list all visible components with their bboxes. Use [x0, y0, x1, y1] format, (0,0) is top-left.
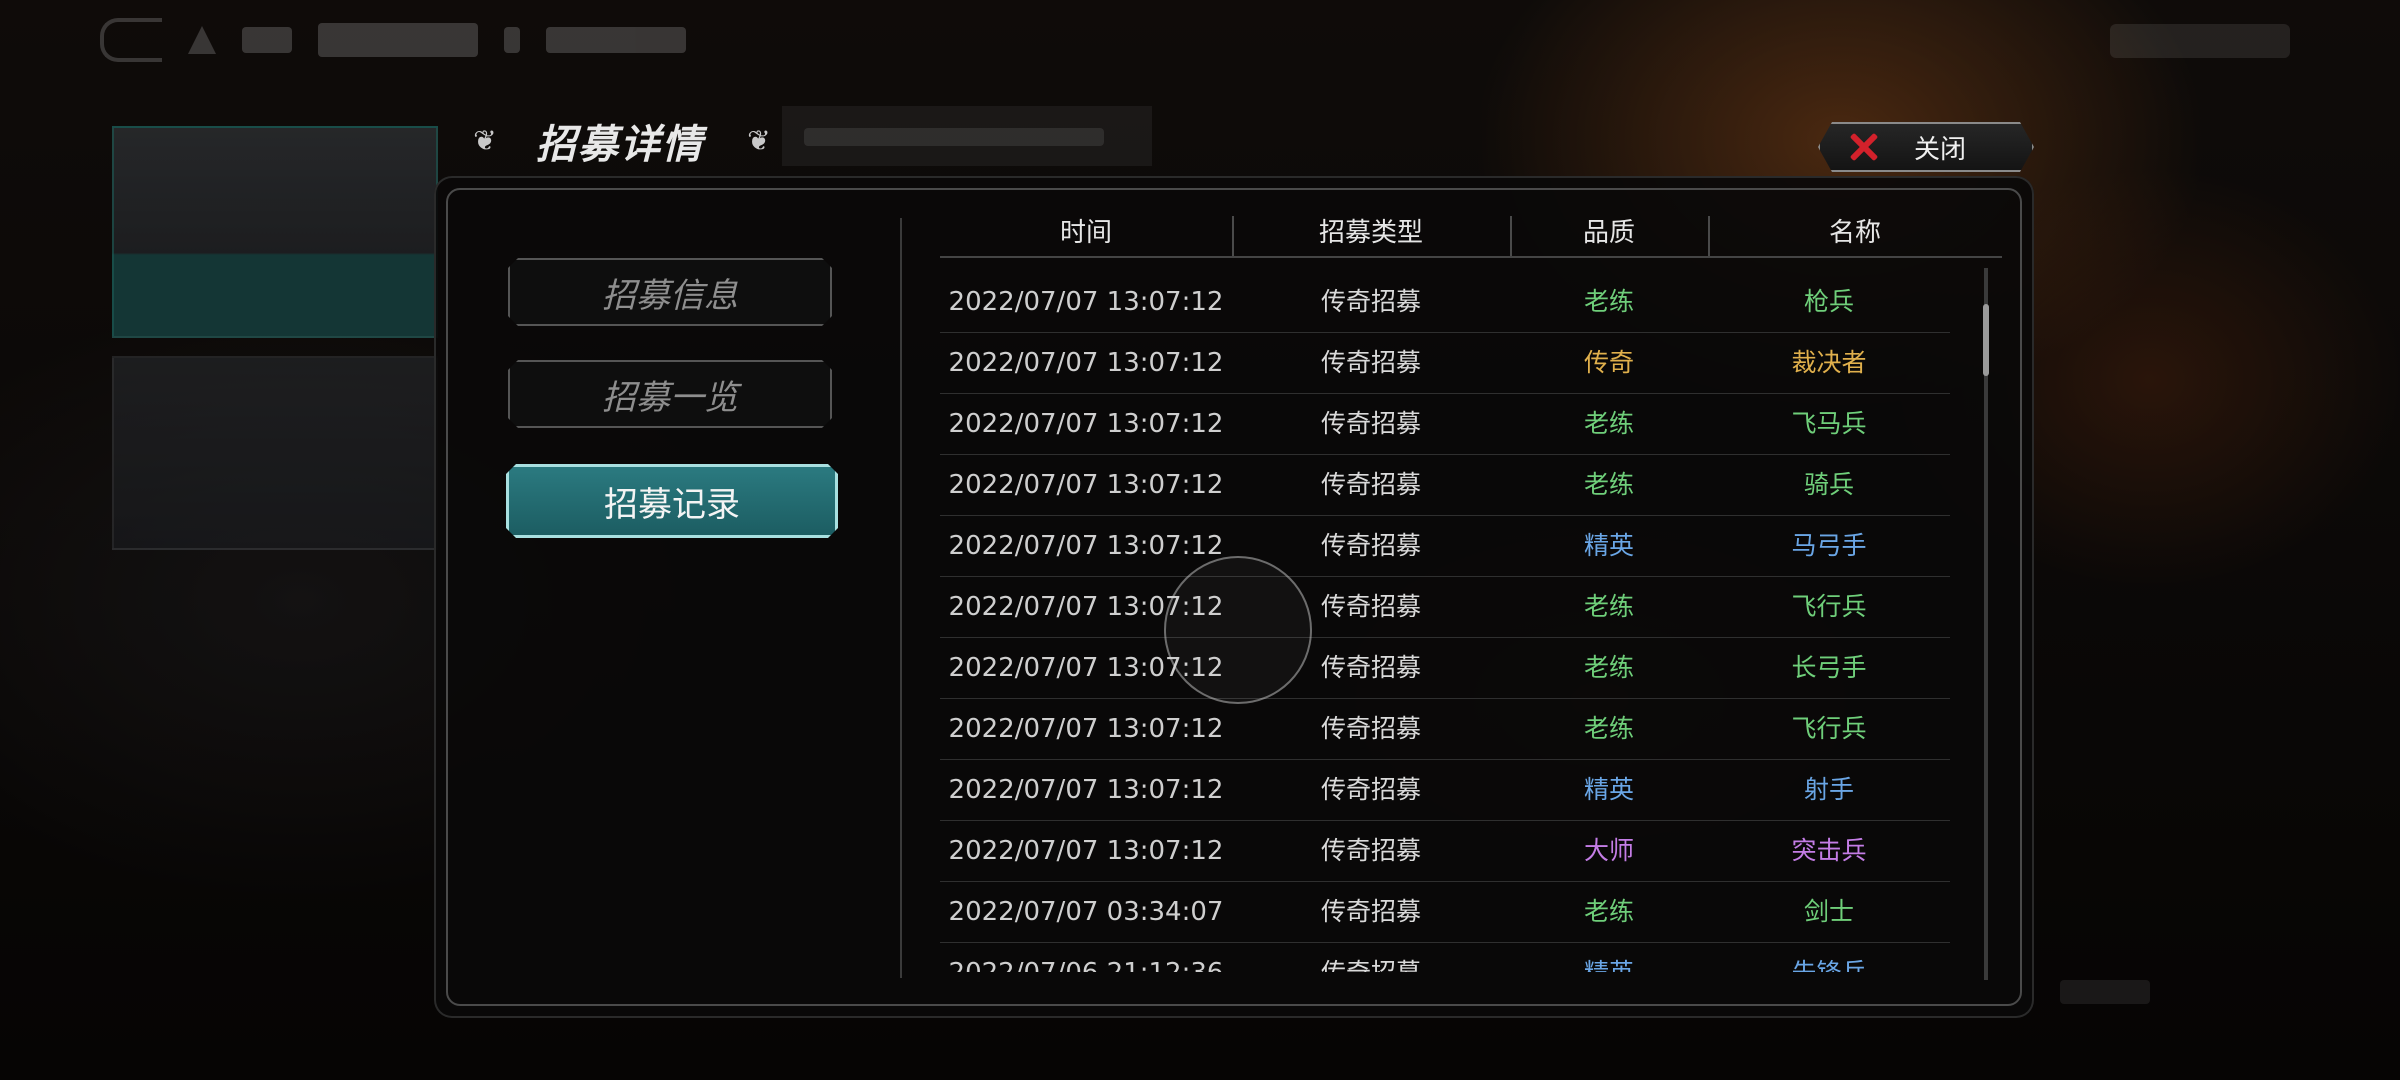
cell-quality: 老练 [1583, 470, 1634, 499]
menu-recruit-overview-button[interactable]: 招募一览 [508, 360, 832, 428]
table-row: 2022/07/07 13:07:12 传奇招募 老练 飞行兵 [940, 699, 1950, 760]
menu-recruit-info-button[interactable]: 招募信息 [508, 258, 832, 326]
cell-time: 2022/07/07 13:07:12 [948, 287, 1224, 317]
top-nav-bar [100, 10, 686, 70]
cell-recruit-type: 传奇招募 [1320, 714, 1421, 743]
table-row: 2022/07/07 13:07:12 传奇招募 老练 骑兵 [940, 455, 1950, 516]
cell-recruit-type: 传奇招募 [1320, 836, 1421, 865]
cell-time: 2022/07/07 13:07:12 [948, 470, 1224, 500]
cell-time: 2022/07/07 13:07:12 [948, 409, 1224, 439]
table-row: 2022/07/07 13:07:12 传奇招募 精英 马弓手 [940, 516, 1950, 577]
scrollbar-thumb[interactable] [1983, 304, 1989, 376]
table-row: 2022/07/07 13:07:12 传奇招募 老练 枪兵 [940, 272, 1950, 333]
cell-quality: 老练 [1583, 592, 1634, 621]
cell-name: 飞行兵 [1791, 714, 1867, 743]
table-row: 2022/07/07 13:07:12 传奇招募 大师 突击兵 [940, 821, 1950, 882]
nav-title-blur [318, 23, 478, 57]
menu-recruit-record-button[interactable]: 招募记录 [506, 464, 838, 538]
panel-divider [900, 218, 902, 978]
touch-cursor-indicator [1164, 556, 1312, 704]
banner-card-1[interactable] [112, 126, 438, 338]
cell-name: 飞马兵 [1791, 409, 1867, 438]
cell-quality: 精英 [1583, 531, 1634, 560]
cell-name: 裁决者 [1791, 348, 1867, 377]
cell-recruit-type: 传奇招募 [1320, 409, 1421, 438]
close-button[interactable]: 关闭 [1818, 122, 2034, 172]
close-x-icon [1846, 130, 1880, 164]
table-row: 2022/07/07 13:07:12 传奇招募 老练 飞行兵 [940, 577, 1950, 638]
header-quality: 品质 [1582, 218, 1635, 248]
cell-time: 2022/07/07 13:07:12 [948, 348, 1224, 378]
nav-subtitle-blur [546, 27, 686, 53]
cell-time: 2022/07/07 13:07:12 [948, 775, 1224, 805]
cell-recruit-type: 传奇招募 [1320, 470, 1421, 499]
title-row: ❦ 招募详情 ❦ [470, 108, 774, 174]
header-name: 名称 [1828, 218, 1881, 248]
table-row: 2022/07/07 13:07:12 传奇招募 传奇 裁决者 [940, 333, 1950, 394]
page-title: 招募详情 [536, 121, 704, 168]
cell-quality: 大师 [1583, 836, 1634, 865]
header-subbar [782, 106, 1152, 166]
cell-quality: 老练 [1583, 714, 1634, 743]
ornament-icon: ❦ [473, 124, 497, 157]
table-row: 2022/07/07 13:07:12 传奇招募 老练 飞马兵 [940, 394, 1950, 455]
cell-time: 2022/07/07 03:34:07 [948, 897, 1224, 927]
cell-name: 突击兵 [1791, 836, 1867, 865]
cell-name: 骑兵 [1803, 470, 1854, 499]
cell-recruit-type: 传奇招募 [1320, 287, 1421, 316]
cell-name: 马弓手 [1791, 531, 1867, 560]
scrollbar[interactable] [1983, 268, 1989, 980]
cell-name: 剑士 [1803, 897, 1854, 926]
header-time: 时间 [1059, 218, 1112, 248]
ornament-icon: ❦ [747, 124, 771, 157]
top-right-resources [2110, 24, 2290, 58]
cell-time: 2022/07/06 21:12:36 [940, 943, 1232, 972]
subbar-text-blur [804, 128, 1104, 146]
record-list[interactable]: 2022/07/07 13:07:12 传奇招募 老练 枪兵 2022/07/07 13… [940, 272, 1950, 972]
table-row: 2022/07/07 03:34:07 传奇招募 老练 剑士 [940, 882, 1950, 943]
cell-name: 枪兵 [1803, 287, 1854, 316]
cell-recruit-type: 传奇招募 [1320, 897, 1421, 926]
cell-time: 2022/07/07 13:07:12 [948, 836, 1224, 866]
cell-quality: 老练 [1583, 287, 1634, 316]
cell-name: 长弓手 [1791, 653, 1867, 682]
cell-recruit-type: 传奇招募 [1320, 348, 1421, 377]
table-row: 2022/07/07 13:07:12 传奇招募 精英 射手 [940, 760, 1950, 821]
cell-quality: 传奇 [1583, 348, 1634, 377]
bottom-right-text-blur [2060, 980, 2150, 1004]
table-row: 2022/07/07 13:07:12 传奇招募 老练 长弓手 [940, 638, 1950, 699]
cell-quality: 精英 [1510, 943, 1708, 972]
cell-time: 2022/07/07 13:07:12 [948, 714, 1224, 744]
table-header: 时间 招募类型 品质 名称 [940, 212, 2002, 258]
cell-quality: 老练 [1583, 897, 1634, 926]
cell-quality: 老练 [1583, 409, 1634, 438]
home-icon[interactable] [188, 26, 216, 54]
cell-time: 2022/07/07 13:07:12 [948, 531, 1224, 561]
table-row: 2022/07/06 21:12:36传奇招募精英先锋兵 [940, 943, 1950, 972]
cell-recruit-type: 传奇招募 [1320, 775, 1421, 804]
cell-name: 射手 [1803, 775, 1854, 804]
cell-name: 先锋兵 [1708, 943, 1950, 972]
cell-recruit-type: 传奇招募 [1232, 943, 1510, 972]
nav-text-blur [242, 27, 292, 53]
close-button-label: 关闭 [1914, 134, 1967, 165]
cell-name: 飞行兵 [1791, 592, 1867, 621]
cell-quality: 精英 [1583, 775, 1634, 804]
banner-card-2[interactable] [112, 356, 438, 550]
cell-quality: 老练 [1583, 653, 1634, 682]
game-screen: ❦ 招募详情 ❦ 关闭 招募信息 招募一览 招募记录 时间 招募类型 品质 名称… [0, 0, 2400, 1080]
nav-separator [504, 27, 520, 53]
header-recruit-type: 招募类型 [1318, 218, 1423, 248]
back-icon[interactable] [100, 18, 162, 62]
